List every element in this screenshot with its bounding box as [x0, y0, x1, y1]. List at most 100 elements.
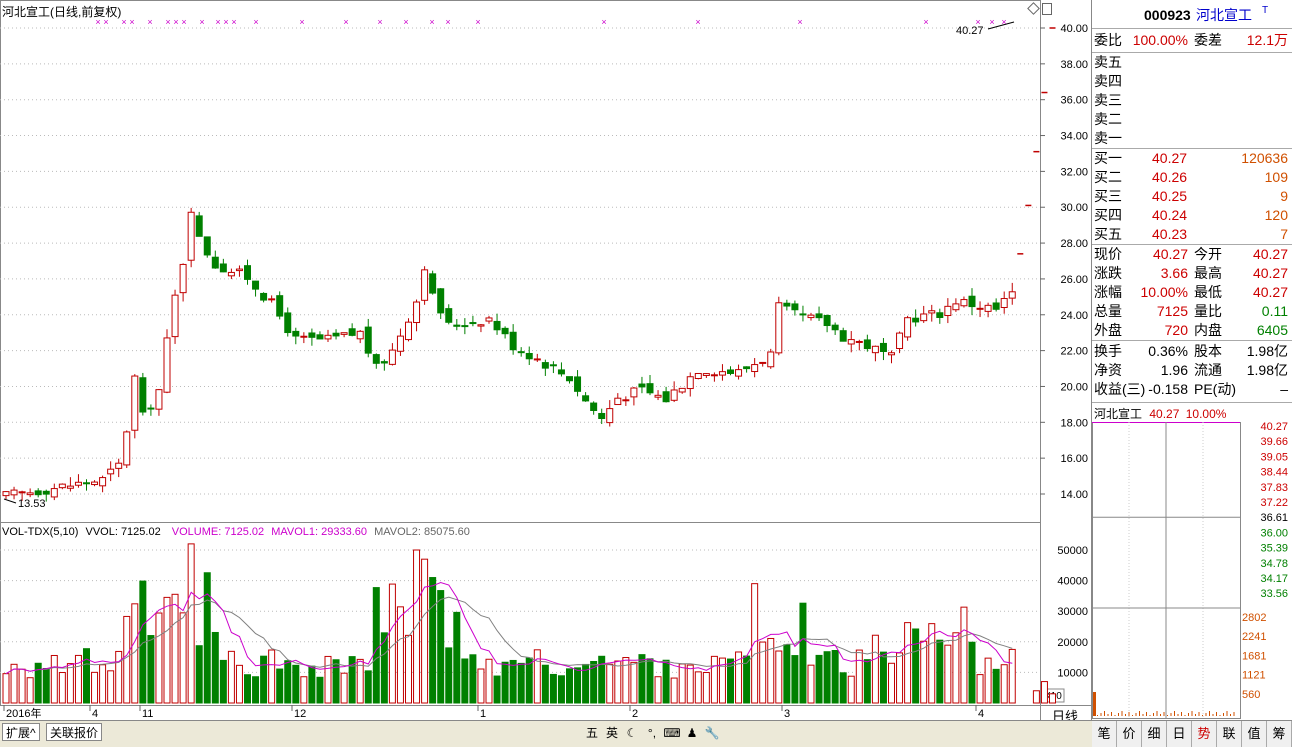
volume-bar	[783, 644, 791, 704]
candle-body	[252, 280, 260, 290]
price-tick-label: 38.00	[1060, 59, 1088, 71]
mini-vol-bar	[1209, 711, 1210, 716]
mini-vol-tick: 2241	[1242, 631, 1266, 643]
candle-body	[775, 302, 783, 354]
stat-row: 外盘 720 内盘 6405	[1094, 322, 1288, 338]
volume-bar	[896, 652, 904, 704]
candle-body	[582, 395, 590, 402]
volume-indicator-name[interactable]: VOL-TDX(5,10)	[2, 526, 78, 538]
candle-body	[380, 361, 388, 364]
mini-vol-bar	[1114, 715, 1116, 716]
candle-body	[316, 334, 324, 340]
mini-vol-bar	[1202, 715, 1203, 716]
tab-6[interactable]: 值	[1242, 721, 1267, 747]
mini-vol-bar	[1219, 715, 1221, 716]
volume-bar	[775, 650, 783, 704]
mini-vol-tick: 1121	[1242, 670, 1266, 682]
candle-body	[735, 369, 743, 377]
mini-vol-bar	[1230, 714, 1231, 716]
stock-name[interactable]: 河北宣工	[1196, 6, 1252, 25]
intraday-chart[interactable]: 40.27 39.66 39.05 38.44 37.83 37.22 36.61 36.00…	[1092, 420, 1292, 720]
ime-icon[interactable]: 🔧	[703, 724, 721, 742]
price-tick-label: 18.00	[1060, 417, 1088, 429]
candle-body	[219, 263, 227, 273]
volume-bar	[630, 661, 638, 704]
ime-icon[interactable]: ♟	[683, 724, 701, 742]
mini-vol-bar	[1139, 711, 1140, 716]
volume-bar	[107, 670, 115, 704]
volume-bar	[622, 657, 630, 704]
tab-7[interactable]: 筹	[1267, 721, 1292, 747]
volume-bar	[155, 612, 163, 704]
price-tick-label: 30.00	[1060, 202, 1088, 214]
mini-vol-bar	[1097, 715, 1098, 716]
expand-button[interactable]: 扩展^	[2, 723, 40, 741]
candle-body	[944, 305, 952, 317]
candle-body	[863, 339, 871, 350]
candle-body	[976, 307, 984, 310]
volume-bar	[509, 659, 517, 704]
panel-toggle-icon[interactable]	[1042, 3, 1052, 15]
mini-vol-bar	[1118, 713, 1119, 716]
mini-vol-bar	[1212, 714, 1214, 716]
tab-3[interactable]: 日	[1167, 721, 1192, 747]
candle-body	[50, 488, 58, 498]
ime-icon[interactable]: 英	[603, 724, 621, 742]
kline-chart[interactable]: 40.00 38.00 36.00 34.00 32.00 30.00 28.00 26.00…	[0, 0, 1092, 720]
candle-body	[960, 299, 968, 307]
signal-mark: ×	[475, 17, 480, 27]
volume-bar	[533, 649, 541, 704]
stat-row: 收益(三) -0.158 PE(动) –	[1094, 381, 1288, 397]
low-marker: 13.53	[18, 498, 46, 510]
tab-2[interactable]: 细	[1142, 721, 1167, 747]
tab-0[interactable]: 笔	[1092, 721, 1117, 747]
candle-body	[783, 302, 791, 307]
mini-vol-bar	[1184, 715, 1186, 716]
candle-body	[557, 369, 565, 375]
volume-bar	[437, 590, 445, 704]
volume-bar	[405, 634, 412, 704]
ime-toolbar: 五英 ☾ °, ⌨ ♟ 🔧	[583, 724, 721, 742]
candle-body	[421, 269, 429, 301]
mini-vol-bar	[1160, 714, 1161, 716]
volume-bar	[284, 660, 292, 704]
mini-vol-bar	[1188, 713, 1189, 716]
mini-vol-bar	[1142, 714, 1144, 716]
candle-body	[308, 332, 316, 338]
volume-bar	[968, 641, 976, 704]
candle-body	[396, 335, 404, 352]
candle-body	[123, 431, 131, 466]
related-quote-button[interactable]: 关联报价	[46, 723, 103, 741]
volume-bar	[871, 634, 879, 704]
candle-body	[26, 492, 34, 496]
candle-body	[678, 387, 686, 393]
stat-row: 涨幅 10.00% 最低 40.27	[1094, 284, 1288, 300]
candle-body	[268, 298, 276, 301]
signal-mark: ×	[129, 17, 134, 27]
ime-icon[interactable]: °,	[643, 724, 661, 742]
candle-body	[646, 383, 654, 394]
volume-bar	[944, 644, 952, 704]
candle-body	[83, 482, 90, 485]
buy-level-row: 买三 40.25 9	[1094, 188, 1288, 204]
volume-bar	[815, 654, 823, 704]
volume-value: VOLUME: 7125.02	[171, 526, 265, 538]
ime-icon[interactable]: 五	[583, 724, 601, 742]
mini-vol-bar	[1111, 712, 1112, 716]
date-tick-label: 4	[92, 708, 98, 720]
tab-5[interactable]: 联	[1217, 721, 1242, 747]
volume-bar	[614, 660, 622, 704]
ime-icon[interactable]: ⌨	[663, 724, 681, 742]
volume-bar	[461, 658, 469, 704]
ime-icon[interactable]: ☾	[623, 724, 641, 742]
candle-body	[590, 402, 598, 411]
candle-body	[429, 273, 437, 294]
mini-vol-bar	[1170, 713, 1172, 716]
tab-4[interactable]: 势	[1192, 721, 1217, 747]
mini-vol-bar	[1121, 711, 1123, 716]
candle-body	[211, 256, 219, 269]
candle-body	[638, 383, 646, 388]
tab-1[interactable]: 价	[1117, 721, 1142, 747]
volume-bar	[670, 677, 678, 704]
mini-price-tick: 40.27	[1260, 421, 1288, 433]
